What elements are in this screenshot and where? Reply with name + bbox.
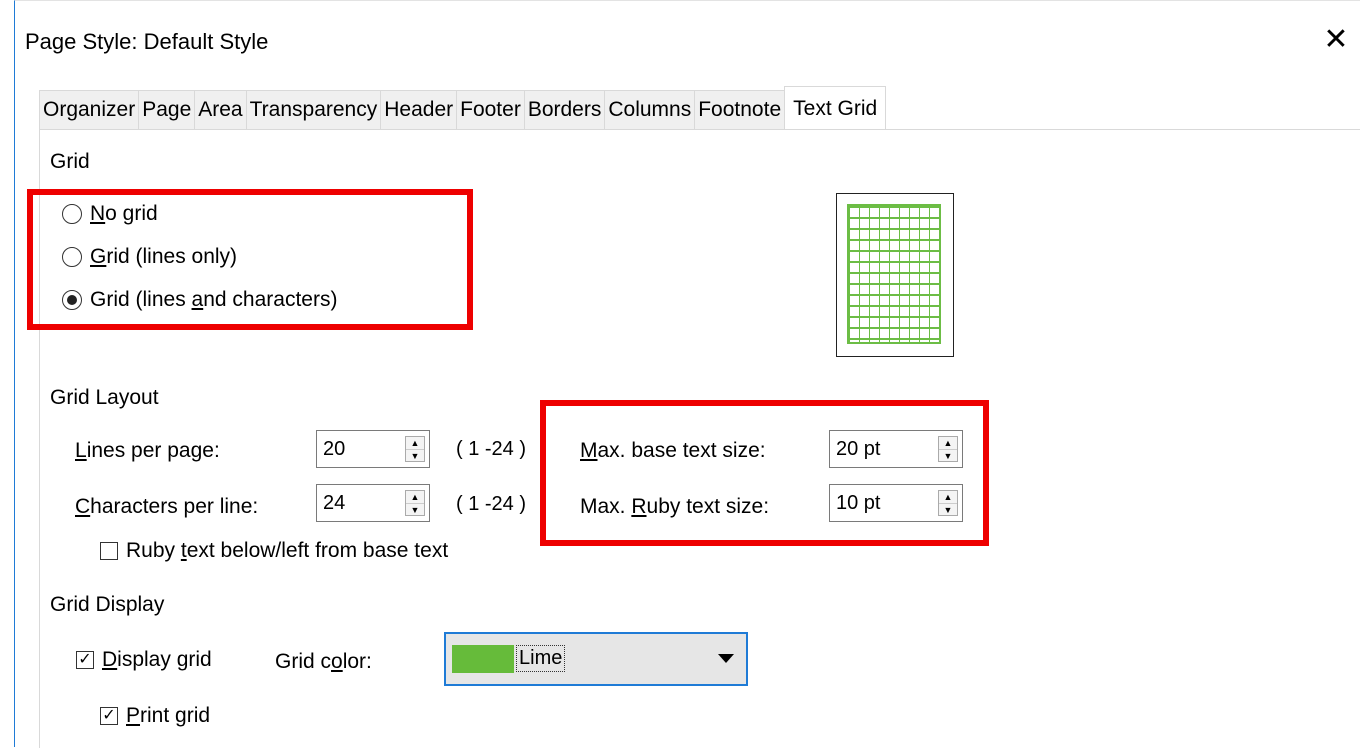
tab-area[interactable]: Area <box>194 90 246 130</box>
tab-columns[interactable]: Columns <box>604 90 695 130</box>
characters-per-line-label: Characters per line: <box>75 495 259 518</box>
spin-buttons[interactable]: ▲ ▼ <box>405 436 425 462</box>
tab-transparency[interactable]: Transparency <box>245 90 381 130</box>
tab-footer[interactable]: Footer <box>456 90 524 130</box>
title-bar: Page Style: Default Style ✕ <box>15 1 1360 63</box>
print-grid-label: Print grid <box>126 704 211 727</box>
spin-up-icon[interactable]: ▲ <box>406 437 424 450</box>
ruby-below-checkbox[interactable]: Ruby text below/left from base text <box>100 539 448 563</box>
grid-preview <box>836 193 954 357</box>
dropdown-arrow-icon[interactable] <box>718 654 734 663</box>
display-grid-label: Display grid <box>102 648 212 671</box>
grid-display-heading: Grid Display <box>50 593 165 616</box>
tab-footnote[interactable]: Footnote <box>694 90 785 130</box>
tab-organizer[interactable]: Organizer <box>39 90 139 130</box>
grid-preview-pattern <box>847 204 941 344</box>
spin-up-icon[interactable]: ▲ <box>406 491 424 504</box>
tab-header[interactable]: Header <box>380 90 457 130</box>
page-style-dialog: Page Style: Default Style ✕ Organizer Pa… <box>14 0 1360 748</box>
checkmark-icon[interactable]: ✓ <box>100 707 118 725</box>
tab-page[interactable]: Page <box>138 90 195 130</box>
ruby-below-label: Ruby text below/left from base text <box>126 539 449 562</box>
characters-per-line-spinbox[interactable]: 24 ▲ ▼ <box>316 484 430 522</box>
dialog-title: Page Style: Default Style <box>25 29 269 54</box>
display-grid-checkbox[interactable]: ✓ Display grid <box>76 648 212 672</box>
grid-color-label: Grid color: <box>275 650 372 673</box>
highlight-box-grid-options <box>27 189 473 330</box>
spin-buttons[interactable]: ▲ ▼ <box>405 490 425 516</box>
characters-range: ( 1 -24 ) <box>456 493 527 515</box>
checkbox-unchecked[interactable] <box>100 542 118 560</box>
tab-bar: Organizer Page Area Transparency Header … <box>39 86 887 130</box>
checkmark-icon[interactable]: ✓ <box>76 651 94 669</box>
close-icon[interactable]: ✕ <box>1321 25 1351 55</box>
spin-down-icon[interactable]: ▼ <box>406 504 424 516</box>
tab-borders[interactable]: Borders <box>523 90 605 130</box>
lines-per-page-spinbox[interactable]: 20 ▲ ▼ <box>316 430 430 468</box>
grid-heading: Grid <box>50 150 90 173</box>
color-swatch <box>452 645 514 673</box>
highlight-box-text-sizes <box>540 400 989 546</box>
spin-down-icon[interactable]: ▼ <box>406 450 424 462</box>
grid-color-dropdown[interactable]: Lime <box>444 632 748 686</box>
lines-range: ( 1 -24 ) <box>456 438 527 460</box>
lines-per-page-label: Lines per page: <box>75 439 220 462</box>
grid-layout-heading: Grid Layout <box>50 386 159 409</box>
print-grid-checkbox[interactable]: ✓ Print grid <box>100 704 210 728</box>
lines-per-page-value[interactable]: 20 <box>323 438 345 461</box>
characters-per-line-value[interactable]: 24 <box>323 492 345 515</box>
grid-color-value: Lime <box>516 645 566 672</box>
tab-text-grid[interactable]: Text Grid <box>784 86 887 130</box>
